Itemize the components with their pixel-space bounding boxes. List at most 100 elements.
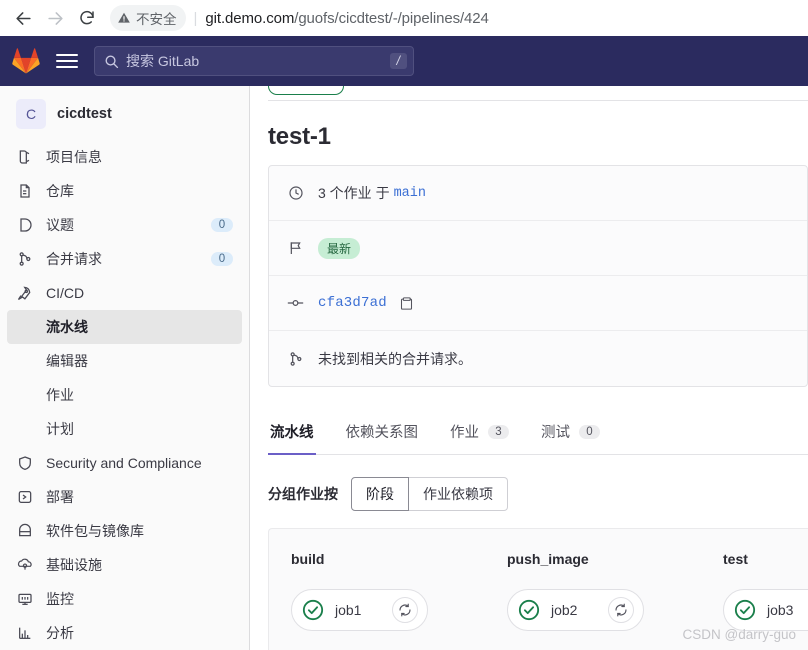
sidebar-item-cicd[interactable]: CI/CD xyxy=(7,276,242,310)
project-avatar: C xyxy=(16,99,46,129)
commit-sha-link[interactable]: cfa3d7ad xyxy=(318,295,387,311)
sidebar-subitem-label: 编辑器 xyxy=(46,353,88,369)
sidebar-subitem-label: 计划 xyxy=(46,421,74,437)
commit-icon xyxy=(287,295,304,312)
arrow-left-icon xyxy=(15,11,31,25)
project-name-label: cicdtest xyxy=(57,106,112,122)
sidebar-item-count: 0 xyxy=(211,252,233,266)
clock-icon xyxy=(287,185,304,202)
repository-icon xyxy=(16,183,33,200)
tab-count: 0 xyxy=(579,424,600,439)
gitlab-topbar: 搜索 GitLab / xyxy=(0,36,808,86)
search-input[interactable]: 搜索 GitLab / xyxy=(94,46,414,76)
group-jobs-segmented-control: 阶段 作业依赖项 xyxy=(351,477,508,511)
retry-icon[interactable] xyxy=(392,597,418,623)
url-path: /guofs/cicdtest/-/pipelines/424 xyxy=(294,9,489,27)
stage-column: test job3 xyxy=(723,551,808,631)
main-content: test-1 3 个作业 于 main 最新 cfa3d7ad 未找到相关的合并… xyxy=(250,86,808,650)
pipeline-jobs-row: 3 个作业 于 main xyxy=(269,166,807,221)
sidebar-item-analytics[interactable]: 分析 xyxy=(7,616,242,650)
stage-column: push_image job2 xyxy=(507,551,667,631)
latest-badge: 最新 xyxy=(318,237,361,259)
project-info-icon xyxy=(16,149,33,166)
project-sidebar: C cicdtest 项目信息 仓库 议题 0 合并请求 0 CI/CD 流水线… xyxy=(0,86,250,650)
sidebar-item-editor[interactable]: 编辑器 xyxy=(7,344,242,378)
pipeline-info-card: 3 个作业 于 main 最新 cfa3d7ad 未找到相关的合并请求。 xyxy=(268,165,808,387)
package-icon xyxy=(16,523,33,540)
tab-label: 测试 xyxy=(541,425,570,441)
hamburger-menu-icon[interactable] xyxy=(54,48,80,74)
analytics-icon xyxy=(16,625,33,642)
merge-request-icon xyxy=(287,350,304,367)
job-pill[interactable]: job1 xyxy=(291,589,428,631)
sidebar-item-label: CI/CD xyxy=(46,285,85,301)
job-name: job2 xyxy=(551,602,578,618)
sidebar-item-packages-registries[interactable]: 软件包与镜像库 xyxy=(7,514,242,548)
forward-button[interactable] xyxy=(40,3,70,33)
stage-name: test xyxy=(723,551,748,567)
tab-count: 3 xyxy=(488,424,509,439)
stage-column: build job1 xyxy=(291,551,451,631)
pipeline-latest-row: 最新 xyxy=(269,221,807,276)
pipeline-status-badge-clipped xyxy=(268,86,808,96)
sidebar-item-infrastructure[interactable]: 基础设施 xyxy=(7,548,242,582)
tab-label: 依赖关系图 xyxy=(345,425,419,441)
sidebar-item-monitor[interactable]: 监控 xyxy=(7,582,242,616)
sidebar-item-label: 基础设施 xyxy=(46,557,102,573)
tab-dependency-graph[interactable]: 依赖关系图 xyxy=(344,411,421,455)
sidebar-item-pipelines[interactable]: 流水线 xyxy=(7,310,242,344)
sidebar-item-issues[interactable]: 议题 0 xyxy=(7,208,242,242)
sidebar-item-label: 监控 xyxy=(46,591,74,607)
infrastructure-icon xyxy=(16,557,33,574)
back-button[interactable] xyxy=(8,3,38,33)
warning-triangle-icon xyxy=(118,12,130,23)
sidebar-item-label: 仓库 xyxy=(46,183,74,199)
sidebar-subitem-label: 作业 xyxy=(46,387,74,403)
copy-clipboard-icon[interactable] xyxy=(399,296,414,311)
security-status-chip[interactable]: 不安全 xyxy=(110,5,186,31)
tab-tests[interactable]: 测试 0 xyxy=(539,411,602,455)
group-by-job-dependencies-button[interactable]: 作业依赖项 xyxy=(409,477,508,511)
group-jobs-control: 分组作业按 阶段 作业依赖项 xyxy=(268,477,808,511)
url-text: git.demo.com/guofs/cicdtest/-/pipelines/… xyxy=(205,10,488,27)
sidebar-item-jobs[interactable]: 作业 xyxy=(7,378,242,412)
sidebar-item-schedules[interactable]: 计划 xyxy=(7,412,242,446)
sidebar-item-project-info[interactable]: 项目信息 xyxy=(7,140,242,174)
sidebar-item-security-compliance[interactable]: Security and Compliance xyxy=(7,446,242,480)
page-title: test-1 xyxy=(268,123,331,150)
sidebar-project-header[interactable]: C cicdtest xyxy=(6,96,243,132)
sidebar-item-merge-requests[interactable]: 合并请求 0 xyxy=(7,242,242,276)
job-name: job3 xyxy=(767,602,794,618)
stage-name: push_image xyxy=(507,551,589,567)
search-icon xyxy=(105,55,119,68)
status-success-icon xyxy=(302,599,324,621)
group-by-stage-button[interactable]: 阶段 xyxy=(351,477,409,511)
arrow-right-icon xyxy=(47,11,63,25)
group-jobs-label: 分组作业按 xyxy=(268,486,338,502)
pipeline-ref-link[interactable]: main xyxy=(394,186,426,201)
job-pill[interactable]: job2 xyxy=(507,589,644,631)
search-shortcut-key: / xyxy=(389,53,407,69)
status-badge xyxy=(268,86,344,95)
tab-label: 作业 xyxy=(450,425,479,441)
job-name: job1 xyxy=(335,602,362,618)
merge-request-icon xyxy=(16,251,33,268)
gitlab-logo-icon[interactable] xyxy=(12,47,40,75)
pipeline-tabs: 流水线 依赖关系图 作业 3 测试 0 xyxy=(268,411,808,455)
job-pill[interactable]: job3 xyxy=(723,589,808,631)
sidebar-item-label: 议题 xyxy=(46,217,74,233)
sidebar-item-deployments[interactable]: 部署 xyxy=(7,480,242,514)
sidebar-item-repository[interactable]: 仓库 xyxy=(7,174,242,208)
address-bar[interactable]: 不安全 | git.demo.com/guofs/cicdtest/-/pipe… xyxy=(110,5,800,31)
sidebar-item-label: Security and Compliance xyxy=(46,455,202,471)
tab-jobs[interactable]: 作业 3 xyxy=(448,411,511,455)
reload-button[interactable] xyxy=(72,3,102,33)
url-separator: | xyxy=(193,9,198,27)
security-warning-label: 不安全 xyxy=(136,12,177,27)
retry-icon[interactable] xyxy=(608,597,634,623)
flag-icon xyxy=(287,240,304,257)
tab-pipeline[interactable]: 流水线 xyxy=(268,411,316,455)
tab-label: 流水线 xyxy=(270,425,314,441)
search-placeholder: 搜索 GitLab xyxy=(126,53,200,69)
status-success-icon xyxy=(518,599,540,621)
